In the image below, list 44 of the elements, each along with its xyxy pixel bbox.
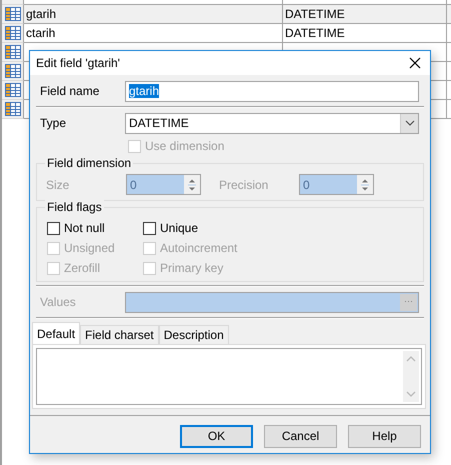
table-icon (4, 45, 20, 59)
checkbox-label: Zerofill (64, 261, 100, 275)
table-cell: gtarih (24, 5, 283, 24)
up-down-arrows-icon (188, 176, 196, 192)
dialog-button[interactable]: Help (348, 424, 421, 448)
spin-field: 0 (126, 174, 201, 195)
arrow-down-icon (406, 391, 416, 397)
chevron-down-icon (404, 120, 414, 126)
checkbox-label: Not null (64, 221, 105, 235)
tab[interactable]: Description (158, 325, 229, 344)
tab[interactable]: Default (32, 322, 80, 344)
close-icon (409, 57, 421, 69)
table-icon (4, 64, 20, 78)
checkbox-label: Unique (160, 221, 198, 235)
window-title: Edit field 'gtarih' (36, 56, 120, 70)
type-dropdown[interactable]: DATETIME (125, 112, 419, 134)
dialog-button[interactable]: OK (180, 424, 253, 448)
group-title: Field flags (45, 200, 104, 214)
checkbox[interactable] (47, 222, 60, 234)
table-icon (4, 26, 20, 40)
table-icon (4, 7, 20, 21)
field-label: Values (40, 295, 77, 309)
up-down-arrows-icon (361, 176, 369, 192)
tab[interactable]: Field charset (80, 325, 159, 344)
dialog-button[interactable]: Cancel (264, 424, 337, 448)
table-icon (4, 83, 20, 97)
field-label: Size (46, 178, 70, 192)
field-label: Precision (219, 178, 270, 192)
table-cell: DATETIME (283, 5, 447, 24)
checkbox-label: Unsigned (64, 241, 115, 255)
checkbox[interactable] (143, 222, 156, 234)
text-field[interactable]: gtarih (125, 80, 419, 102)
scrollbar[interactable] (403, 351, 419, 402)
field-label: Field name (40, 84, 100, 98)
field-label: Type (40, 116, 68, 130)
checkbox-label: Autoincrement (160, 241, 238, 255)
checkbox-label: Use dimension (145, 139, 224, 153)
group-title: Field dimension (45, 156, 134, 170)
table-cell: DATETIME (283, 24, 447, 43)
arrow-up-icon (406, 356, 416, 362)
spin-field: 0 (299, 174, 374, 195)
table-icon (4, 102, 20, 116)
checkbox-label: Primary key (160, 261, 224, 275)
table-cell: ctarih (24, 24, 283, 43)
